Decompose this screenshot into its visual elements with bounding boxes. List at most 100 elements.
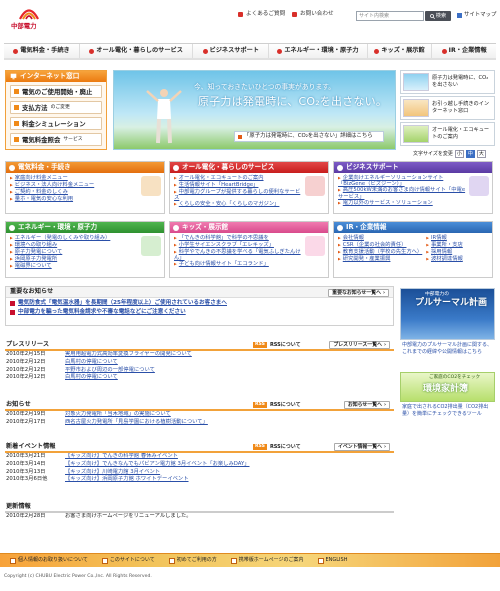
sitemap-link[interactable]: サイトマップ: [457, 12, 496, 19]
news-title-link[interactable]: 実用用超電力式高効率変換フライヤーの開発について: [65, 351, 192, 358]
faq-link[interactable]: よくあるご質問: [238, 11, 285, 18]
category-kids-header[interactable]: キッズ・展示館: [170, 222, 328, 233]
category-link[interactable]: ご契約・料金のしくみ: [10, 189, 138, 196]
press-list-button[interactable]: プレスリリース一覧へ ›: [329, 341, 390, 349]
news-title-link[interactable]: 【キッズ向け】浜岡原子力館 ホワイトデーイベント: [65, 476, 189, 483]
category-link[interactable]: 電力以外のサービス・ソリューション: [338, 200, 466, 207]
contact-link[interactable]: お問い合わせ: [292, 11, 334, 18]
bill-inquiry-link[interactable]: 電気料金照会 サービス: [10, 133, 102, 146]
news-date: 2010年2月15日: [6, 351, 46, 358]
category-link[interactable]: オール電化・エコキュートのご案内: [174, 175, 302, 182]
category-link[interactable]: 採用情報: [426, 249, 488, 256]
category-bill-header[interactable]: 電気料金・手続き: [6, 162, 164, 173]
notice-list-button[interactable]: お知らせ一覧へ ›: [343, 401, 390, 409]
rss-label: RSSについて: [269, 402, 301, 408]
hero-banner[interactable]: 今、知っておきたいひとつの事実があります。 原子力は発電時に、CO₂を出さない。…: [113, 70, 396, 150]
chubu-logo[interactable]: 中部電力: [8, 6, 48, 32]
category-link[interactable]: 高圧500kW未満のお客さま向け情報サイト「中電eサービス」: [338, 187, 466, 199]
nav-allelec[interactable]: オール電化・暮らしのサービス: [80, 44, 194, 58]
nav-ir[interactable]: IR・企業情報: [432, 44, 496, 58]
pluthermal-description-link[interactable]: 中部電力のプルサーマル計画に関する、これまでの経緯や公開情報はこちら: [402, 342, 494, 356]
category-link[interactable]: 教育支援活動（学校の先生方へ）: [338, 249, 422, 256]
category-link[interactable]: 家庭向け料金メニュー: [10, 175, 138, 182]
important-item[interactable]: 電気防食式「電気温水器」を長期間（25年程度以上）ご使用されているお客さまへ: [6, 298, 393, 307]
news-row: 2010年2月12日 白馬村の停電について: [5, 374, 394, 382]
promo-allelec[interactable]: オール電化・エコキュートのご案内: [400, 122, 495, 146]
category-link[interactable]: 電磁界について: [10, 263, 138, 270]
important-list-button[interactable]: 重要なお知らせ一覧へ ›: [328, 289, 389, 297]
news-row: 2010年2月17日 西名古屋火力発電所「見島学園における植樹活動について」: [5, 419, 394, 427]
footer-link-english[interactable]: ENGLISH: [318, 557, 348, 563]
search-input[interactable]: サイト内検索: [356, 11, 424, 21]
chevron-right-icon: ›: [383, 341, 386, 348]
category-link[interactable]: くらしの安全・安心「くらしのマガジン」: [174, 201, 302, 208]
category-link[interactable]: CSR（企業の社会的責任）: [338, 242, 422, 249]
arrow-icon: [9, 224, 15, 231]
category-link[interactable]: 子ども向け情報サイト「エコランド」: [174, 261, 302, 268]
rss-link[interactable]: RSS RSSについて: [253, 342, 301, 348]
pluthermal-banner[interactable]: 中部電力の プルサーマル計画: [400, 288, 495, 340]
footer-link-mobile[interactable]: 携帯版ホームページのご案内: [231, 557, 304, 563]
category-link[interactable]: 「でんきの科学館」で科学の不思議を: [174, 235, 302, 242]
category-energy-header[interactable]: エネルギー・環境・原子力: [6, 222, 164, 233]
category-link[interactable]: エネルギー（発電のしくみや取り組み）: [10, 235, 138, 242]
inet-sublabel: サービス: [63, 136, 83, 142]
news-title-link[interactable]: 白馬村の停電について: [65, 359, 118, 366]
footer-link-about[interactable]: このサイトについて: [102, 557, 155, 563]
category-link[interactable]: 生活情報サイト「HeartBridge」: [174, 182, 302, 189]
news-date: 2010年3月21日: [6, 453, 46, 460]
payment-method-link[interactable]: 支払方法 のご変更: [10, 101, 102, 114]
rss-icon: RSS: [253, 444, 267, 450]
nav-energy[interactable]: エネルギー・環境・原子力: [269, 44, 368, 58]
category-link[interactable]: 会社情報: [338, 235, 422, 242]
search-button[interactable]: 検索: [425, 11, 451, 21]
category-link[interactable]: IR情報: [426, 235, 488, 242]
news-title-link[interactable]: 【キッズ向け】でんきの科学館 春休みイベント: [65, 453, 178, 460]
category-link[interactable]: 浜岡原子力発電所: [10, 256, 138, 263]
text-size-small-button[interactable]: 小: [454, 150, 464, 158]
category-link[interactable]: 環境への取り組み: [10, 242, 138, 249]
hero-detail-link[interactable]: 「原子力は発電時に、CO₂を出さない」詳細はこちら: [234, 131, 384, 142]
news-title-link[interactable]: 白馬村の停電について: [65, 374, 118, 381]
text-size-medium-button[interactable]: 中: [465, 150, 475, 158]
nav-business[interactable]: ビジネスサポート: [193, 44, 270, 58]
nav-bill[interactable]: 電気料金・手続き: [4, 44, 80, 58]
news-title-link[interactable]: 平野市および周辺の一部停電について: [65, 367, 155, 374]
promo-nuclear[interactable]: 原子力は発電時に、CO₂を出さない: [400, 70, 495, 94]
news-title-link[interactable]: 対象火力発電所「当木地域」の実施について: [65, 411, 171, 418]
text-size-large-button[interactable]: 大: [476, 150, 486, 158]
category-link[interactable]: ビジネス・法人向け料金メニュー: [10, 182, 138, 189]
eco-description-link[interactable]: 家庭で出されるCO2排出量（CO2排出量）を簡単にチェックできるツール: [402, 404, 494, 418]
important-item[interactable]: 中部電力を騙った電気料金請求や不審な電話などにご注意ください: [6, 307, 393, 316]
eco-household-banner[interactable]: ご家庭のCO2をチェック 環境家計簿: [400, 372, 495, 402]
rss-link[interactable]: RSS RSSについて: [253, 444, 301, 450]
events-header: 新着イベント情報 RSS RSSについて イベント情報一覧へ ›: [5, 442, 394, 453]
category-allelec-header[interactable]: オール電化・暮らしのサービス: [170, 162, 328, 173]
category-link[interactable]: 科学やでんきの不思議を学べる「電気ふしぎたんけん」: [174, 249, 302, 261]
category-link[interactable]: 量ホ・電気の安心な利用: [10, 196, 138, 203]
rss-link[interactable]: RSS RSSについて: [253, 402, 301, 408]
card-icon: [14, 105, 19, 110]
category-business-header[interactable]: ビジネスサポート: [334, 162, 492, 173]
bill-simulation-link[interactable]: 料金シミュレーション: [10, 117, 102, 130]
category-link[interactable]: 中部電力グループが提供する暮らしの便利なサービス: [174, 189, 302, 201]
category-link[interactable]: 事業所・支店: [426, 242, 488, 249]
news-title-link[interactable]: 【キッズ向け】でんきなんでもパビアン電力館 3月イベント「お楽しみDAY」: [65, 461, 250, 468]
footer-link-first-time[interactable]: 初めてご利用の方: [169, 557, 217, 563]
category-link[interactable]: 小学生サイエンスクラブ「エレキッズ」: [174, 242, 302, 249]
category-ir-header[interactable]: IR・企業情報: [334, 222, 492, 233]
category-link[interactable]: 原子力発電について: [10, 249, 138, 256]
footer-link-privacy[interactable]: 個人情報のお取り扱いについて: [10, 557, 88, 563]
nav-kids[interactable]: キッズ・展示館: [368, 44, 433, 58]
news-title-link[interactable]: 西名古屋火力発電所「見島学園における植樹活動について」: [65, 419, 208, 426]
event-info: 新着イベント情報 RSS RSSについて イベント情報一覧へ › 2010年3月21…: [5, 442, 394, 483]
category-link[interactable]: 波材調達情報: [426, 256, 488, 263]
events-list-button[interactable]: イベント情報一覧へ ›: [333, 443, 390, 451]
category-title: IR・企業情報: [346, 223, 387, 232]
promo-label: オール電化・エコキュートのご案内: [432, 127, 490, 140]
move-in-out-link[interactable]: 電気のご使用開始・廃止: [10, 85, 102, 98]
news-title-link[interactable]: 【キッズ向け】川崎電力館 3月イベント: [65, 469, 160, 476]
promo-moving[interactable]: お引っ越し手続きのインターネット窓口: [400, 96, 495, 120]
category-link[interactable]: 研究開発・産業振興: [338, 256, 422, 263]
category-link[interactable]: 企業向けエネルギーソリューションサイト「BizGene（ビズジーン）」: [338, 175, 466, 187]
